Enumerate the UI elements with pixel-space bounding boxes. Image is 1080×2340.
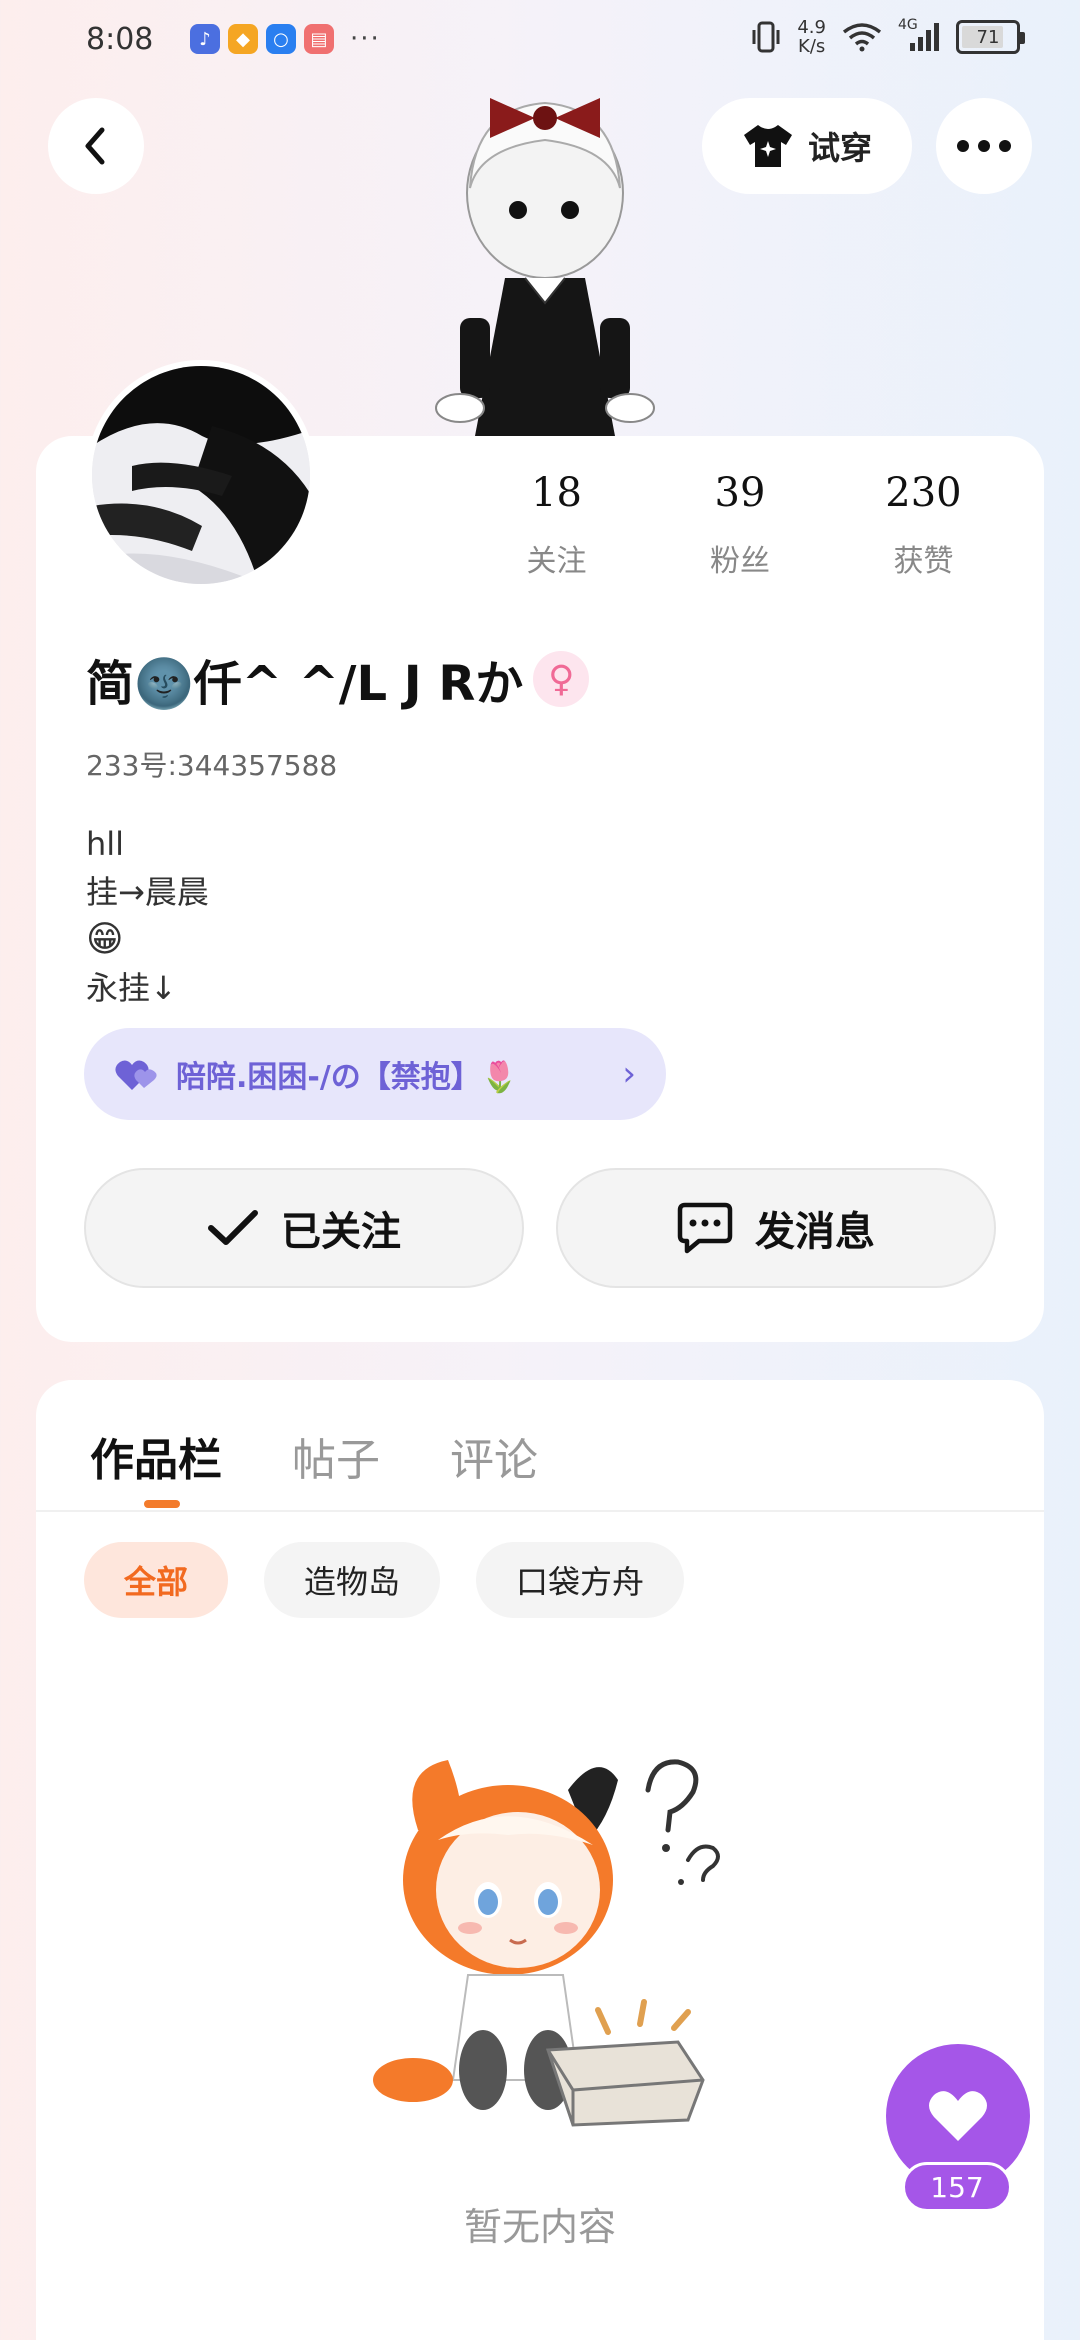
following-count: 18 [531,470,582,516]
profile-stats: 18 关注 39 粉丝 230 获赞 [460,470,1020,580]
active-tab-indicator [144,1500,180,1508]
avatar-outfit-figure [435,98,655,436]
filter-pocket-ark[interactable]: 口袋方舟 [476,1542,685,1618]
bulb-app-icon: ○ [266,24,296,54]
content-tabs: 作品栏 帖子 评论 [90,1424,538,1488]
empty-state-illustration [373,1759,720,2127]
stat-followers[interactable]: 39 粉丝 [653,470,827,580]
followers-count: 39 [714,470,766,516]
heart-icon [929,2091,987,2141]
send-message-button[interactable]: 发消息 [556,1168,996,1288]
tabs-divider [36,1510,1044,1512]
check-icon [208,1210,258,1245]
back-arrow-icon [85,127,105,165]
stat-following[interactable]: 18 关注 [460,470,653,580]
status-right: 4.9 K/s 4G 71 [751,17,1025,57]
chat-bubble-icon [677,1202,733,1254]
vibrate-icon [752,21,780,53]
status-time: 8:08 [86,22,154,57]
battery-indicator: 71 [956,20,1025,54]
tab-works[interactable]: 作品栏 [90,1424,222,1488]
music-app-icon: ♪ [190,24,220,54]
likes-label: 获赞 [893,544,954,579]
followed-button[interactable]: 已关注 [84,1168,524,1288]
user-id: 233号:344357588 [86,749,338,782]
bio-line: 永挂↓ [86,969,177,1007]
cell-signal-icon: 4G [898,17,940,53]
bio-line: hll [86,825,125,863]
stat-likes[interactable]: 230 获赞 [827,470,1020,580]
filter-creation-island[interactable]: 造物岛 [264,1542,441,1618]
bio-line: 挂→晨晨 [86,873,209,911]
orange-app-icon: ◆ [228,24,258,54]
status-app-icons: ♪ ◆ ○ ▤ ··· [190,24,381,54]
send-message-label: 发消息 [755,1209,875,1255]
companion-text: 陪陪.困困-/の【禁抱】🌷 [176,1060,519,1095]
try-on-label: 试穿 [807,129,872,167]
double-heart-icon [115,1060,157,1090]
followers-label: 粉丝 [710,544,770,579]
companion-chip[interactable]: 陪陪.困困-/の【禁抱】🌷 › [84,1028,666,1120]
works-card: 作品栏 帖子 评论 全部 造物岛 口袋方舟 暂无内容 [36,1380,1044,2340]
tab-comments[interactable]: 评论 [450,1424,538,1488]
chevron-right-icon: › [622,1054,636,1094]
empty-state-text: 暂无内容 [463,2205,616,2249]
back-button[interactable] [48,98,144,194]
avatar[interactable] [86,360,316,590]
bio: hll 挂→晨晨 😁 永挂↓ [86,820,209,1012]
more-dots-icon [957,140,1011,152]
calendar-app-icon: ▤ [304,24,334,54]
bio-emoji: 😁 [86,919,124,960]
status-bar: 8:08 ♪ ◆ ○ ▤ ··· 4.9 K/s 4G 71 [0,0,1080,80]
username-row: 简🌚仟^ ^/L J Rか ♀ [86,644,590,714]
following-label: 关注 [526,544,587,579]
username: 简🌚仟^ ^/L J Rか [86,656,524,712]
followed-label: 已关注 [281,1209,401,1255]
like-count: 157 [902,2162,1012,2212]
try-on-button[interactable]: 试穿 [702,98,912,194]
net-speed: 4.9 K/s [797,17,826,57]
filter-chips: 全部 造物岛 口袋方舟 [84,1542,685,1618]
wifi-icon [842,23,882,52]
female-icon: ♀ [533,651,590,707]
tab-posts[interactable]: 帖子 [292,1424,380,1488]
more-notifications-icon: ··· [350,24,381,54]
likes-count: 230 [885,470,962,516]
tshirt-icon [743,125,792,167]
more-options-button[interactable] [936,98,1032,194]
filter-all[interactable]: 全部 [84,1542,229,1618]
